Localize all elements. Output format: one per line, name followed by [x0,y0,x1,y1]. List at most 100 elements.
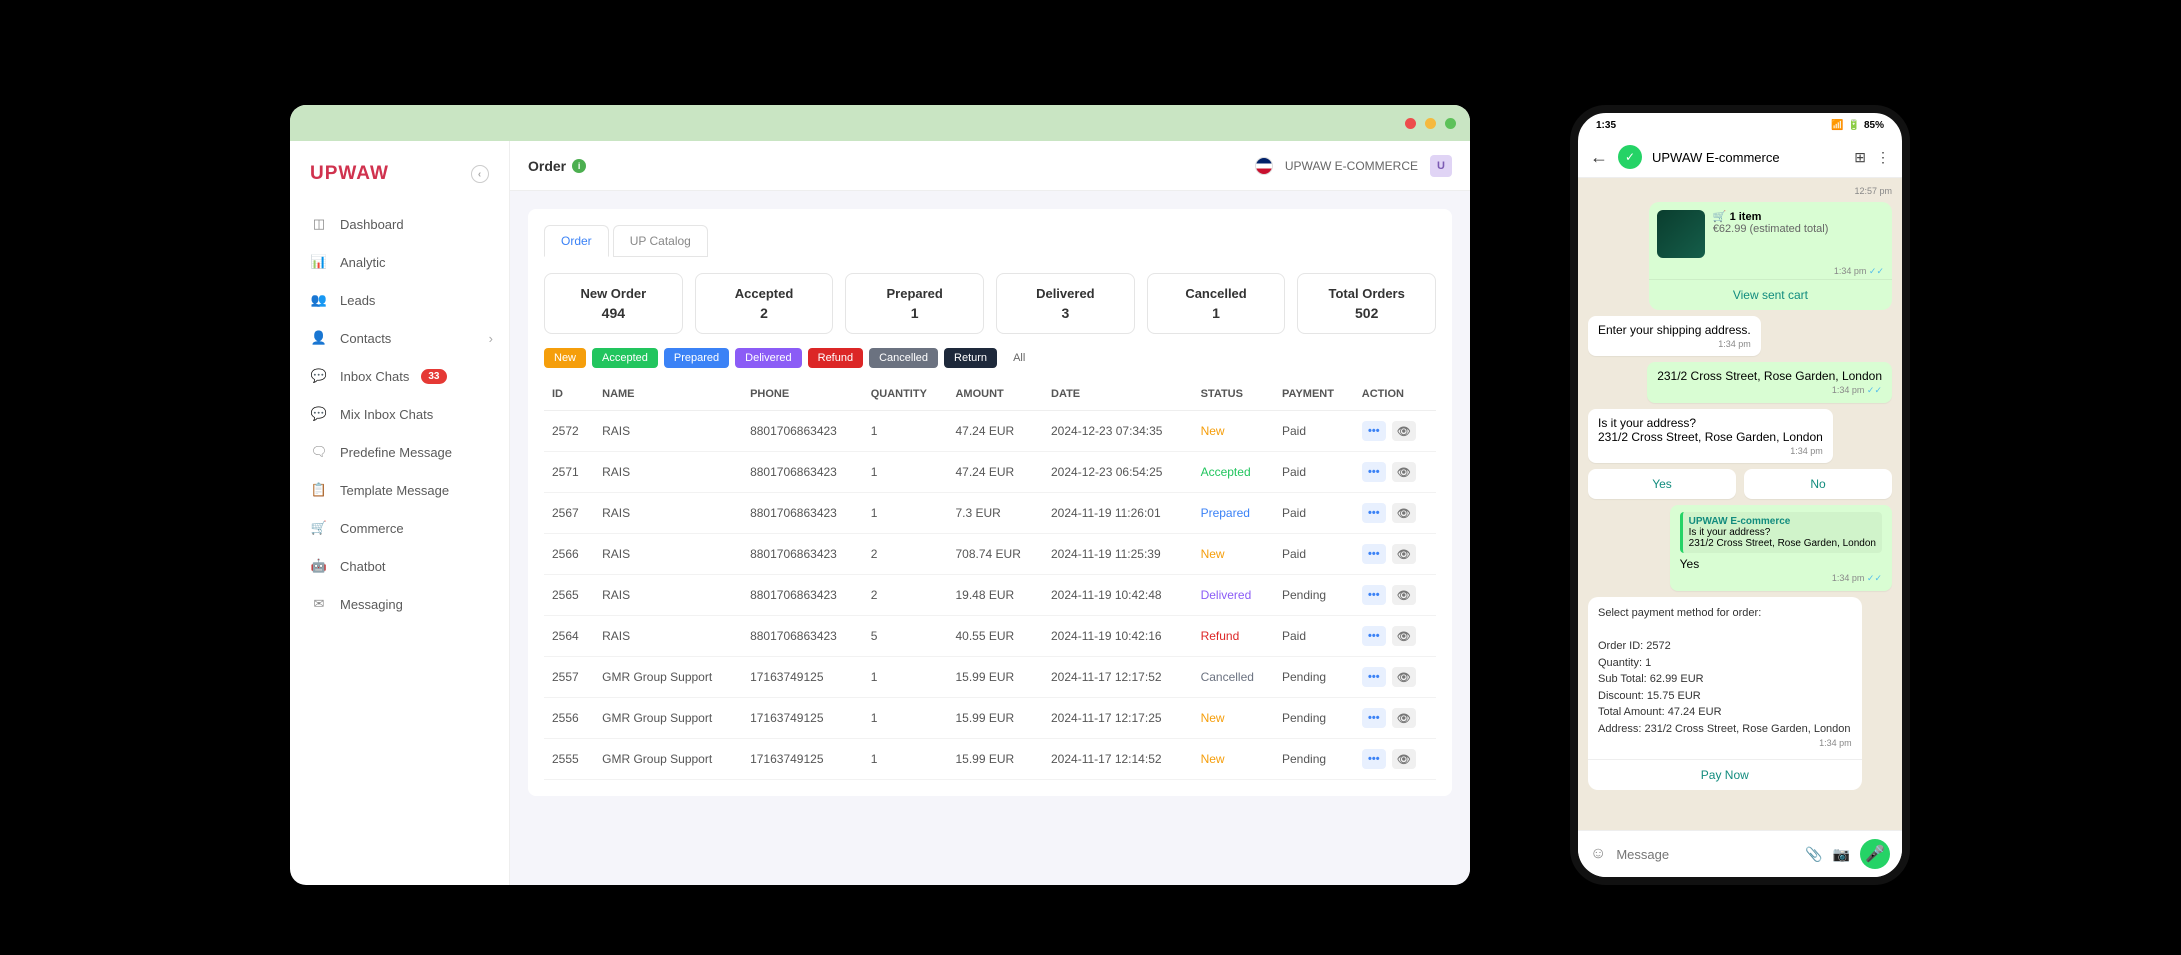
table-row: 2555 GMR Group Support 17163749125 1 15.… [544,739,1436,780]
sidebar-item-leads[interactable]: 👥Leads [290,281,509,319]
sidebar-item-analytic[interactable]: 📊 Analytic [290,243,509,281]
sidebar-item-messaging[interactable]: ✉Messaging [290,585,509,623]
more-actions-button[interactable]: ••• [1362,626,1386,646]
tab-order[interactable]: Order [544,225,609,257]
more-actions-button[interactable]: ••• [1362,749,1386,769]
more-actions-button[interactable]: ••• [1362,503,1386,523]
contact-avatar[interactable]: ✓ [1618,145,1642,169]
cell-phone: 17163749125 [742,698,863,739]
view-button[interactable]: 👁 [1392,503,1416,523]
sidebar-item-chatbot[interactable]: 🤖Chatbot [290,547,509,585]
user-icon: 👤 [310,329,328,347]
sidebar-item-dashboard[interactable]: ◫Dashboard [290,205,509,243]
chat-icon: 💬 [310,367,328,385]
more-actions-button[interactable]: ••• [1362,462,1386,482]
language-flag-icon[interactable] [1255,157,1273,175]
cell-name: GMR Group Support [594,739,742,780]
stat-label: Total Orders [1306,286,1427,301]
table-row: 2564 RAIS 8801706863423 5 40.55 EUR 2024… [544,616,1436,657]
sidebar-label: Commerce [340,521,404,536]
view-button[interactable]: 👁 [1392,626,1416,646]
sidebar-item-inbox-chats[interactable]: 💬Inbox Chats33 [290,357,509,395]
filter-return[interactable]: Return [944,348,997,368]
cell-id: 2555 [544,739,594,780]
sidebar-item-commerce[interactable]: 🛒Commerce [290,509,509,547]
view-button[interactable]: 👁 [1392,585,1416,605]
cell-phone: 8801706863423 [742,452,863,493]
chat-body[interactable]: 12:57 pm 🛒 1 item €62.99 (estimated tota… [1578,178,1902,830]
filter-new[interactable]: New [544,348,586,368]
cell-phone: 8801706863423 [742,534,863,575]
view-button[interactable]: 👁 [1392,421,1416,441]
view-button[interactable]: 👁 [1392,462,1416,482]
pay-now-button[interactable]: Pay Now [1588,759,1862,790]
message-input[interactable] [1616,847,1795,862]
payment-total: Total Amount: 47.24 EUR [1598,704,1852,721]
filter-all[interactable]: All [1003,348,1035,368]
cell-date: 2024-11-17 12:14:52 [1043,739,1193,780]
more-actions-button[interactable]: ••• [1362,708,1386,728]
sidebar-item-template-message[interactable]: 📋Template Message [290,471,509,509]
filter-cancelled[interactable]: Cancelled [869,348,938,368]
camera-icon[interactable]: 📷 [1833,846,1850,863]
sidebar-item-contacts[interactable]: 👤Contacts [290,319,509,357]
cell-qty: 2 [863,534,948,575]
view-cart-button[interactable]: View sent cart [1649,279,1892,310]
msg-ts: 1:34 pm [1832,385,1865,395]
view-button[interactable]: 👁 [1392,708,1416,728]
cell-status: Refund [1193,616,1274,657]
view-button[interactable]: 👁 [1392,749,1416,769]
more-actions-button[interactable]: ••• [1362,667,1386,687]
close-dot[interactable] [1405,118,1416,129]
yes-button[interactable]: Yes [1588,469,1736,499]
shop-icon[interactable]: ⊞ [1854,149,1866,166]
collapse-sidebar-icon[interactable]: ‹ [471,165,489,183]
filter-refund[interactable]: Refund [808,348,863,368]
cell-id: 2565 [544,575,594,616]
table-row: 2556 GMR Group Support 17163749125 1 15.… [544,698,1436,739]
attachment-icon[interactable]: 📎 [1805,846,1822,863]
sidebar-item-mix-inbox-chats[interactable]: 💬Mix Inbox Chats [290,395,509,433]
sidebar-badge: 33 [421,369,446,384]
filter-prepared[interactable]: Prepared [664,348,729,368]
chat-header: ← ✓ UPWAW E-commerce ⊞ ⋮ [1578,137,1902,178]
view-button[interactable]: 👁 [1392,667,1416,687]
sidebar-label: Analytic [340,255,386,270]
stat-label: Delivered [1005,286,1126,301]
user-avatar[interactable]: U [1430,155,1452,177]
contact-name[interactable]: UPWAW E-commerce [1652,150,1844,165]
cell-payment: Paid [1274,452,1354,493]
mic-button[interactable]: 🎤 [1860,839,1890,869]
no-button[interactable]: No [1744,469,1892,499]
cell-action: ••• 👁 [1354,657,1436,698]
table-header-row: IDNAMEPHONEQUANTITYAMOUNTDATESTATUSPAYME… [544,378,1436,411]
chart-icon: 📊 [310,253,328,271]
view-button[interactable]: 👁 [1392,544,1416,564]
cell-status: Delivered [1193,575,1274,616]
cell-id: 2557 [544,657,594,698]
back-icon[interactable]: ← [1590,147,1608,168]
info-icon[interactable]: i [572,159,586,173]
tab-up-catalog[interactable]: UP Catalog [613,225,708,257]
filter-delivered[interactable]: Delivered [735,348,801,368]
cell-action: ••• 👁 [1354,739,1436,780]
col-payment: PAYMENT [1274,378,1354,411]
minimize-dot[interactable] [1425,118,1436,129]
emoji-icon[interactable]: ☺ [1590,845,1606,863]
menu-icon[interactable]: ⋮ [1876,149,1890,166]
status-filters: New Accepted Prepared Delivered Refund Cancel… [544,348,1436,368]
maximize-dot[interactable] [1445,118,1456,129]
more-actions-button[interactable]: ••• [1362,421,1386,441]
cell-status: New [1193,534,1274,575]
more-actions-button[interactable]: ••• [1362,544,1386,564]
window-titlebar [290,105,1470,141]
cell-payment: Paid [1274,411,1354,452]
more-actions-button[interactable]: ••• [1362,585,1386,605]
stat-value: 1 [854,305,975,321]
table-row: 2567 RAIS 8801706863423 1 7.3 EUR 2024-1… [544,493,1436,534]
cell-phone: 8801706863423 [742,493,863,534]
filter-accepted[interactable]: Accepted [592,348,658,368]
col-amount: AMOUNT [947,378,1043,411]
cell-phone: 8801706863423 [742,575,863,616]
sidebar-item-predefine-message[interactable]: 🗨Predefine Message [290,433,509,471]
